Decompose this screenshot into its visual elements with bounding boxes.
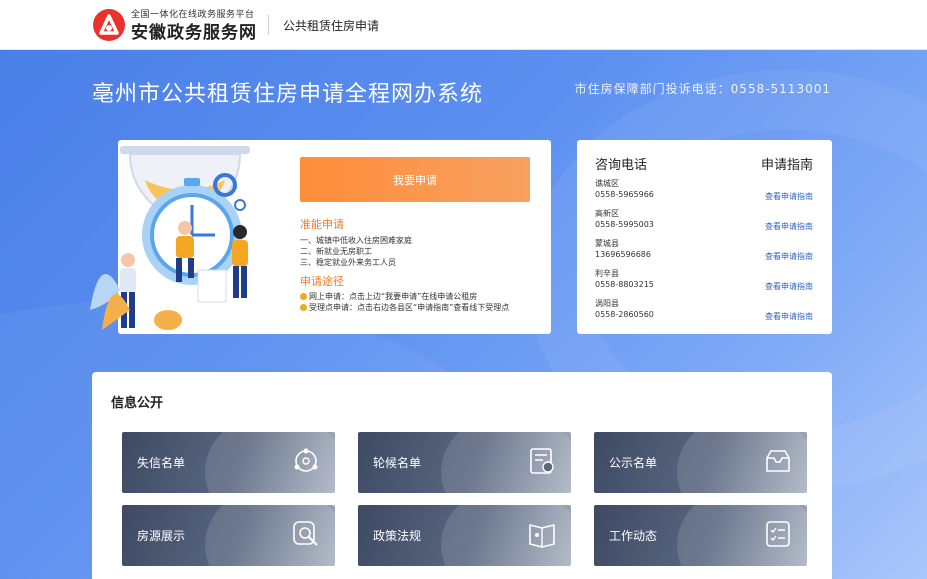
district-phone: 13696596686: [595, 250, 651, 259]
search-doc-icon: [293, 521, 318, 546]
guide-link-qiaocheng[interactable]: 查看申请指南: [765, 191, 813, 202]
brand-name[interactable]: 安徽政务服务网: [131, 18, 257, 43]
district-phone: 0558-2860560: [595, 310, 654, 319]
district-entry: 谯城区 0558-5965966: [595, 178, 654, 200]
system-title: 亳州市公共租赁住房申请全程网办系统: [92, 82, 484, 107]
tile-dishonest-list[interactable]: 失信名单: [122, 432, 335, 493]
apply-card: 我要申请 准能申请 一、城镇中低收入住房困难家庭 二、新就业无房职工 三、稳定就…: [90, 140, 551, 334]
info-disclosure-panel: 信息公开 失信名单 轮候名单 公示名单 房源展示 政策法规 工作动态: [92, 372, 832, 579]
guide-link-gaoxin[interactable]: 查看申请指南: [765, 221, 813, 232]
guide-title: 申请指南: [760, 158, 813, 173]
certificate-icon: [530, 448, 554, 474]
condition-item: 一、城镇中低收入住房困难家庭: [300, 236, 412, 245]
inbox-icon: [766, 450, 790, 472]
tile-public-notice-list[interactable]: 公示名单: [594, 432, 807, 493]
route-item: 受理点申请：点击右边各县区“申请指南”查看线下受理点: [300, 302, 509, 313]
apply-button[interactable]: 我要申请: [300, 157, 530, 202]
tile-label: 工作动态: [609, 529, 658, 543]
district-entry: 高新区 0558-5995003: [595, 208, 654, 230]
district-name: 涡阳县: [595, 299, 619, 308]
district-phone: 0558-8803215: [595, 280, 654, 289]
routes-list: 网上申请：点击上边“我要申请”在线申请公租房 受理点申请：点击右边各县区“申请指…: [300, 291, 509, 313]
route-item: 网上申请：点击上边“我要申请”在线申请公租房: [300, 291, 509, 302]
district-entry: 蒙城县 13696596686: [595, 238, 651, 260]
route-text: 受理点申请：点击右边各县区“申请指南”查看线下受理点: [309, 303, 510, 312]
bulb-icon: [300, 304, 307, 311]
tile-policy-regulations[interactable]: 政策法规: [358, 505, 571, 566]
condition-item: 二、新就业无房职工: [300, 247, 372, 256]
brand-divider: [268, 15, 269, 35]
route-text: 网上申请：点击上边“我要申请”在线申请公租房: [309, 292, 478, 301]
tile-housing-display[interactable]: 房源展示: [122, 505, 335, 566]
conditions-list: 一、城镇中低收入住房困难家庭 二、新就业无房职工 三、稳定就业外来务工人员: [300, 235, 412, 268]
anhui-logo-icon[interactable]: [92, 8, 126, 42]
district-name: 谯城区: [595, 179, 619, 188]
top-bar: 全国一体化在线政务服务平台 安徽政务服务网 公共租赁住房申请: [0, 0, 927, 50]
tile-work-updates[interactable]: 工作动态: [594, 505, 807, 566]
tile-label: 轮候名单: [373, 456, 422, 470]
checklist-icon: [766, 521, 790, 547]
tile-waiting-list[interactable]: 轮候名单: [358, 432, 571, 493]
district-entry: 涡阳县 0558-2860560: [595, 298, 654, 320]
guide-link-lixin[interactable]: 查看申请指南: [765, 281, 813, 292]
district-entry: 利辛县 0558-8803215: [595, 268, 654, 290]
district-phone: 0558-5965966: [595, 190, 654, 199]
complaint-hotline: 市住房保障部门投诉电话：0558-5113001: [574, 82, 831, 96]
info-title: 信息公开: [111, 396, 164, 411]
book-icon: [529, 524, 555, 548]
page-subtitle: 公共租赁住房申请: [283, 19, 380, 33]
contact-title: 咨询电话: [595, 158, 648, 173]
guide-link-mengcheng[interactable]: 查看申请指南: [765, 251, 813, 262]
hourglass-illustration-icon: [90, 146, 250, 330]
contact-card: 咨询电话 申请指南 谯城区 0558-5965966 查看申请指南 高新区 05…: [577, 140, 832, 334]
bulb-icon: [300, 293, 307, 300]
tile-label: 公示名单: [609, 456, 658, 470]
district-name: 利辛县: [595, 269, 619, 278]
condition-item: 三、稳定就业外来务工人员: [300, 258, 396, 267]
tile-label: 政策法规: [373, 529, 422, 543]
routes-title: 申请途径: [300, 275, 344, 288]
conditions-title: 准能申请: [300, 218, 344, 231]
district-phone: 0558-5995003: [595, 220, 654, 229]
tile-label: 失信名单: [137, 456, 186, 470]
tile-label: 房源展示: [137, 529, 186, 543]
district-name: 蒙城县: [595, 239, 619, 248]
guide-link-guoyang[interactable]: 查看申请指南: [765, 311, 813, 322]
district-name: 高新区: [595, 209, 619, 218]
network-search-icon: [294, 448, 318, 472]
